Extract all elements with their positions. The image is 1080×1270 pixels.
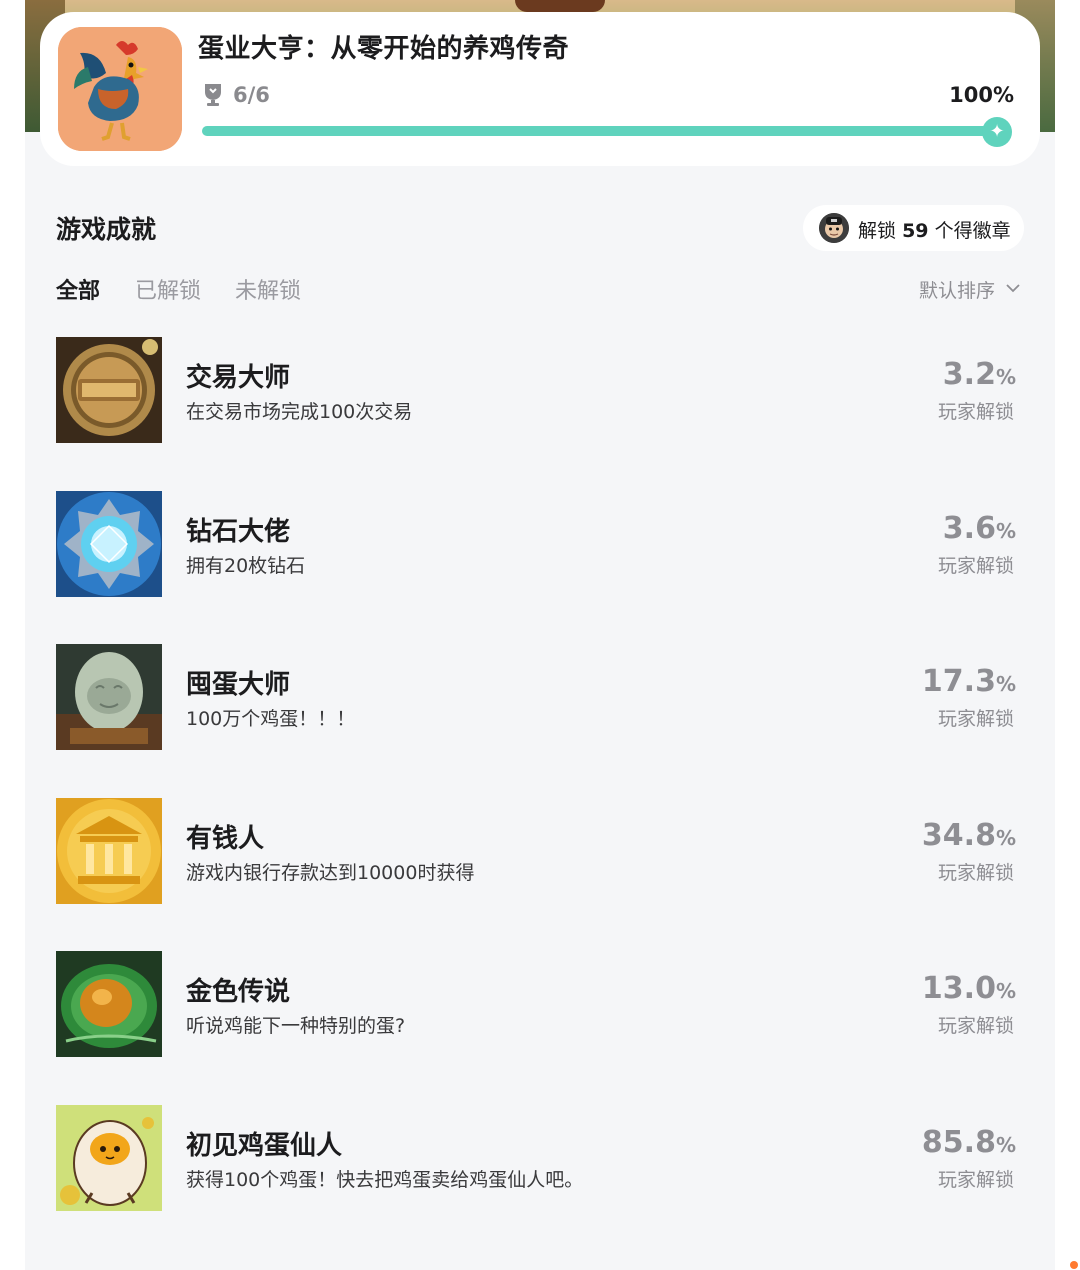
rate-unit: % xyxy=(995,519,1016,543)
achievement-unlock-rate: 17.3% xyxy=(922,664,1016,699)
achievement-name: 金色传说 xyxy=(186,977,291,1007)
achievement-rich-bank-icon xyxy=(56,798,162,904)
rate-value: 85.8 xyxy=(921,1125,996,1160)
achievement-trade-master-icon xyxy=(56,337,162,443)
achievement-desc: 获得100个鸡蛋！快去把鸡蛋卖给鸡蛋仙人吧。 xyxy=(186,1169,584,1191)
unlock-badge-button[interactable]: 解锁 59 个得徽章 xyxy=(803,205,1024,251)
tab-unlocked[interactable]: 已解锁 xyxy=(135,273,201,305)
achievement-rate-label: 玩家解锁 xyxy=(937,555,1014,577)
achievement-row[interactable]: 钻石大佬 拥有20枚钻石 3.6% 玩家解锁 xyxy=(56,491,1026,597)
rate-value: 13.0 xyxy=(921,971,996,1006)
game-title: 蛋业大亨：从零开始的养鸡传奇 xyxy=(198,34,570,64)
achievement-unlock-rate: 13.0% xyxy=(922,971,1016,1006)
achievement-name: 初见鸡蛋仙人 xyxy=(186,1131,343,1161)
achievement-desc: 听说鸡能下一种特别的蛋? xyxy=(186,1015,406,1037)
achievement-row[interactable]: 囤蛋大师 100万个鸡蛋！！！ 17.3% 玩家解锁 xyxy=(56,644,1026,750)
achievement-progress-bar xyxy=(202,126,1002,136)
achievement-name: 有钱人 xyxy=(186,824,265,854)
header-rooster-image xyxy=(515,0,605,12)
achievement-desc: 100万个鸡蛋！！！ xyxy=(186,708,356,730)
achievement-rate-label: 玩家解锁 xyxy=(937,708,1014,730)
rate-unit: % xyxy=(995,979,1016,1003)
badge-count: 59 xyxy=(902,220,929,242)
achievement-rate-label: 玩家解锁 xyxy=(937,1169,1014,1191)
achievement-rate-label: 玩家解锁 xyxy=(937,401,1014,423)
game-summary-card[interactable]: 蛋业大亨：从零开始的养鸡传奇 6/6 100% ✦ xyxy=(40,12,1040,166)
rate-unit: % xyxy=(995,826,1016,850)
achievement-row[interactable]: 有钱人 游戏内银行存款达到10000时获得 34.8% 玩家解锁 xyxy=(56,798,1026,904)
achievement-row[interactable]: 交易大师 在交易市场完成100次交易 3.2% 玩家解锁 xyxy=(56,337,1026,443)
achievement-name: 交易大师 xyxy=(186,363,291,393)
achievement-egg-immortal-icon xyxy=(56,1105,162,1211)
achievement-row[interactable]: 初见鸡蛋仙人 获得100个鸡蛋！快去把鸡蛋卖给鸡蛋仙人吧。 85.8% 玩家解锁 xyxy=(56,1105,1026,1211)
tab-all[interactable]: 全部 xyxy=(56,273,100,305)
sparkle-icon: ✦ xyxy=(982,117,1012,147)
achievement-diamond-icon xyxy=(56,491,162,597)
badge-prefix: 解锁 xyxy=(858,220,897,242)
achievement-unlock-rate: 3.2% xyxy=(943,357,1016,392)
achievement-egg-hoarder-icon xyxy=(56,644,162,750)
section-title: 游戏成就 xyxy=(56,215,157,244)
tab-locked[interactable]: 未解锁 xyxy=(235,273,301,305)
rate-value: 3.2 xyxy=(942,357,996,392)
rate-value: 34.8 xyxy=(921,818,996,853)
achievement-golden-legend-icon xyxy=(56,951,162,1057)
achievement-name: 囤蛋大师 xyxy=(186,670,291,700)
achievement-unlock-rate: 3.6% xyxy=(943,511,1016,546)
chevron-down-icon[interactable] xyxy=(1004,279,1022,297)
sort-dropdown[interactable]: 默认排序 xyxy=(919,276,995,303)
badge-unlock-text: 解锁 59 个得徽章 xyxy=(858,216,1011,243)
trophy-icon xyxy=(202,82,224,108)
achievement-rate-label: 玩家解锁 xyxy=(937,1015,1014,1037)
notification-dot xyxy=(1070,1261,1078,1269)
achievement-progress-percent: 100% xyxy=(949,83,1014,107)
rate-unit: % xyxy=(995,1133,1016,1157)
achievement-unlock-rate: 34.8% xyxy=(922,818,1016,853)
badge-suffix: 个得徽章 xyxy=(934,220,1011,242)
achievement-name: 钻石大佬 xyxy=(186,517,291,547)
achievement-progress-count: 6/6 xyxy=(233,83,270,107)
achievement-desc: 拥有20枚钻石 xyxy=(186,555,306,577)
achievement-desc: 在交易市场完成100次交易 xyxy=(186,401,413,423)
game-icon-rooster xyxy=(58,27,182,151)
rate-unit: % xyxy=(995,365,1016,389)
rate-unit: % xyxy=(995,672,1016,696)
achievement-progress-fill xyxy=(202,126,1002,136)
achievement-row[interactable]: 金色传说 听说鸡能下一种特别的蛋? 13.0% 玩家解锁 xyxy=(56,951,1026,1057)
rate-value: 3.6 xyxy=(942,511,996,546)
achievement-rate-label: 玩家解锁 xyxy=(937,862,1014,884)
achievement-unlock-rate: 85.8% xyxy=(922,1125,1016,1160)
rate-value: 17.3 xyxy=(921,664,996,699)
badge-avatar-icon xyxy=(819,213,849,243)
achievement-desc: 游戏内银行存款达到10000时获得 xyxy=(186,862,475,884)
